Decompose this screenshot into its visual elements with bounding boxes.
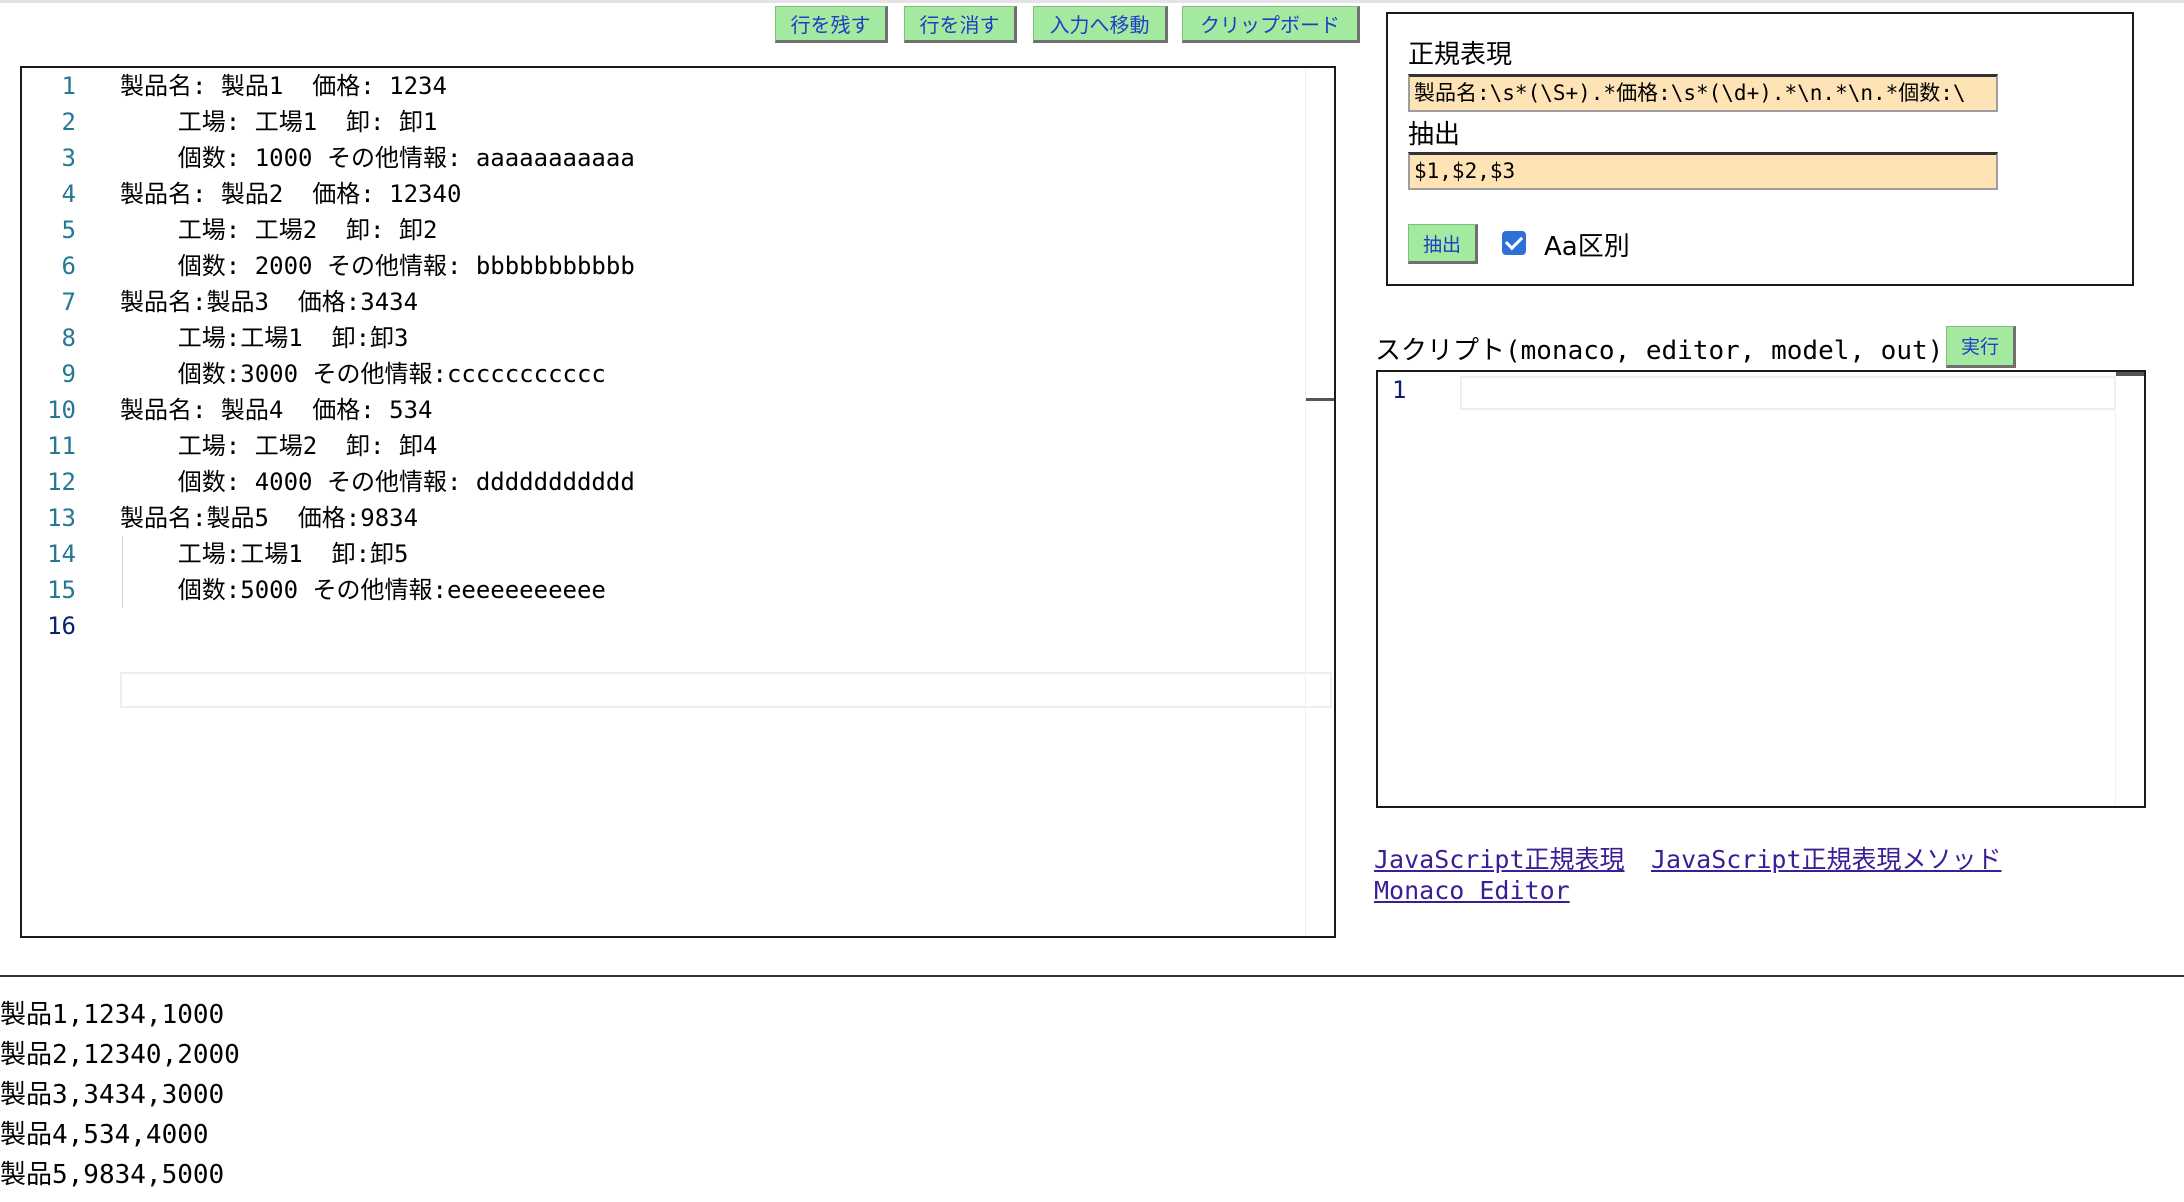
script-label: スクリプト(monaco, editor, model, out) [1375,336,1944,366]
line-number: 1 [1392,376,1407,404]
line-number: 2 [61,108,76,136]
output-row: 製品1,1234,1000 [0,1000,225,1030]
line-number: 9 [61,360,76,388]
case-sensitive-checkbox[interactable] [1502,231,1526,255]
output-row: 製品3,3434,3000 [0,1080,225,1110]
extract-button[interactable]: 抽出 [1408,224,1478,264]
extract-input[interactable]: $1,$2,$3 [1408,152,1998,190]
line-number: 11 [47,432,76,460]
move-to-input-button[interactable]: 入力へ移動 [1033,6,1168,43]
editor-line: 9 個数:3000 その他情報:ccccccccccc [22,356,1332,392]
pattern-input[interactable]: 製品名:\s*(\S+).*価格:\s*(\d+).*\n.*\n.*個数:\ [1408,74,1998,112]
editor-line: 1 製品名: 製品1 価格: 1234 [22,68,1332,104]
clipboard-button[interactable]: クリップボード [1182,6,1360,43]
editor-line: 2 工場: 工場1 卸: 卸1 [22,104,1332,140]
top-border [0,0,2184,3]
line-text: 製品名:製品3 価格:3434 [120,288,419,316]
line-number: 13 [47,504,76,532]
output-area: 製品1,1234,1000 製品2,12340,2000 製品3,3434,30… [0,995,240,1195]
editor-line: 6 個数: 2000 その他情報: bbbbbbbbbbb [22,248,1332,284]
delete-lines-button[interactable]: 行を消す [904,6,1017,43]
editor-line: 3 個数: 1000 その他情報: aaaaaaaaaaa [22,140,1332,176]
editor-line: 10 製品名: 製品4 価格: 534 [22,392,1332,428]
editor-line: 13 製品名:製品5 価格:9834 [22,500,1332,536]
editor-line: 14 工場:工場1 卸:卸5 [22,536,1332,572]
editor-line: 7 製品名:製品3 価格:3434 [22,284,1332,320]
line-number: 3 [61,144,76,172]
js-regex-methods-link[interactable]: JavaScript正規表現メソッド [1651,840,2002,876]
output-row: 製品4,534,4000 [0,1120,209,1150]
editor-line: 8 工場:工場1 卸:卸3 [22,320,1332,356]
run-button[interactable]: 実行 [1946,326,2016,368]
pattern-label: 正規表現 [1408,40,1513,70]
line-number: 5 [61,216,76,244]
line-number: 4 [61,180,76,208]
line-text: 製品名: 製品1 価格: 1234 [120,72,447,100]
script-scrollbar[interactable] [2115,372,2144,806]
regex-panel: 正規表現 製品名:\s*(\S+).*価格:\s*(\d+).*\n.*\n.*… [1386,12,2134,286]
line-text: 製品名: 製品4 価格: 534 [120,396,433,424]
line-number: 10 [47,396,76,424]
line-text: 工場: 工場1 卸: 卸1 [120,108,438,136]
editor-line: 5 工場: 工場2 卸: 卸2 [22,212,1332,248]
current-line-highlight [120,672,1332,708]
line-number: 12 [47,468,76,496]
line-text: 個数: 4000 その他情報: ddddddddddd [120,468,635,496]
extract-label: 抽出 [1408,120,1461,150]
line-number: 7 [61,288,76,316]
line-text: 工場: 工場2 卸: 卸4 [120,432,438,460]
line-text: 工場:工場1 卸:卸3 [120,324,409,352]
line-text: 個数:5000 その他情報:eeeeeeeeeee [120,576,606,604]
editor-line: 16 [22,608,1332,644]
line-text: 個数:3000 その他情報:ccccccccccc [120,360,606,388]
line-number: 14 [47,540,76,568]
case-sensitive-label: Aa区別 [1544,232,1630,262]
scrollbar-marker [2116,372,2144,376]
line-number: 16 [47,612,76,640]
keep-lines-button[interactable]: 行を残す [775,6,888,43]
line-number: 6 [61,252,76,280]
editor-line: 4 製品名: 製品2 価格: 12340 [22,176,1332,212]
current-line-highlight [1460,376,2116,410]
script-editor[interactable]: 1 [1376,370,2146,808]
editor-line: 11 工場: 工場2 卸: 卸4 [22,428,1332,464]
output-row: 製品2,12340,2000 [0,1040,240,1070]
line-text: 工場:工場1 卸:卸5 [120,540,409,568]
js-regex-link[interactable]: JavaScript正規表現 [1374,840,1625,876]
line-text: 個数: 1000 その他情報: aaaaaaaaaaa [120,144,635,172]
line-number: 1 [61,72,76,100]
monaco-editor-link[interactable]: Monaco Editor [1374,876,1570,905]
line-text: 製品名:製品5 価格:9834 [120,504,419,532]
line-text: 工場: 工場2 卸: 卸2 [120,216,438,244]
editor-line: 12 個数: 4000 その他情報: ddddddddddd [22,464,1332,500]
line-text: 個数: 2000 その他情報: bbbbbbbbbbb [120,252,635,280]
output-row: 製品5,9834,5000 [0,1160,225,1190]
main-editor[interactable]: 1 製品名: 製品1 価格: 1234 2 工場: 工場1 卸: 卸1 3 個数:… [20,66,1336,938]
line-number: 8 [61,324,76,352]
output-divider [0,975,2184,977]
line-text: 製品名: 製品2 価格: 12340 [120,180,462,208]
editor-line: 15 個数:5000 その他情報:eeeeeeeeeee [22,572,1332,608]
line-number: 15 [47,576,76,604]
